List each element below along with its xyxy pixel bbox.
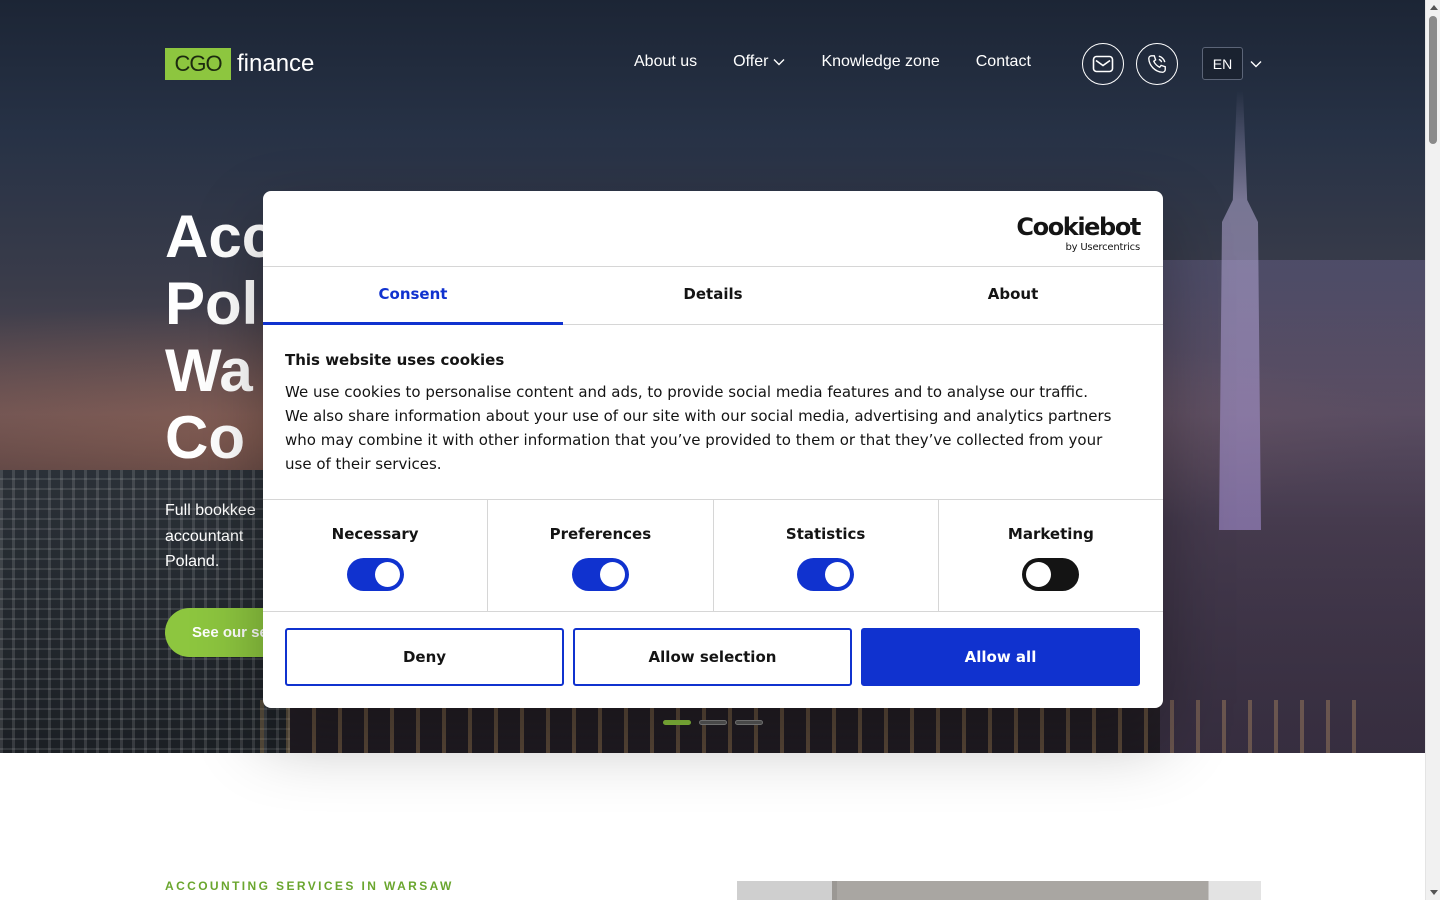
dialog-title: This website uses cookies xyxy=(285,351,505,369)
nav-about-us[interactable]: About us xyxy=(634,53,697,71)
slide-dot-1[interactable] xyxy=(663,720,691,725)
section-image xyxy=(737,881,1261,900)
toggle-marketing[interactable] xyxy=(1022,558,1080,591)
category-label: Preferences xyxy=(549,525,652,543)
category-necessary: Necessary xyxy=(263,500,489,611)
chevron-down-icon xyxy=(773,59,785,66)
cookiebot-logo[interactable]: Cookiebot by Usercentrics xyxy=(1016,213,1141,253)
nav-knowledge-zone[interactable]: Knowledge zone xyxy=(821,53,939,71)
slide-dot-2[interactable] xyxy=(699,720,727,725)
toggle-preferences[interactable] xyxy=(571,558,629,591)
main-nav: About us Offer Knowledge zone Contact xyxy=(634,53,1031,71)
phone-button[interactable] xyxy=(1136,43,1178,85)
category-label: Statistics xyxy=(785,525,866,543)
cookie-category-toggles: Necessary Preferences Statistics Marketi… xyxy=(263,499,1163,612)
scrollbar-thumb[interactable] xyxy=(1429,16,1437,144)
language-selector[interactable]: EN xyxy=(1202,47,1243,80)
category-statistics: Statistics xyxy=(714,500,939,611)
cookiebot-brand: Cookiebot xyxy=(1016,213,1141,241)
tab-about[interactable]: About xyxy=(863,267,1163,324)
page-scrollbar[interactable] xyxy=(1425,0,1440,900)
deny-button[interactable]: Deny xyxy=(285,628,564,686)
category-preferences: Preferences xyxy=(488,500,714,611)
cookie-consent-dialog: Cookiebot by Usercentrics Consent Detail… xyxy=(263,191,1163,708)
toggle-statistics[interactable] xyxy=(797,558,855,591)
scroll-down-arrow[interactable] xyxy=(1426,885,1440,900)
toggle-necessary[interactable] xyxy=(346,558,404,591)
nav-offer[interactable]: Offer xyxy=(733,53,785,71)
phone-icon xyxy=(1148,55,1166,73)
cookiebot-brand-sub: by Usercentrics xyxy=(1065,242,1140,253)
dialog-description: We use cookies to personalise content an… xyxy=(285,383,1112,473)
allow-all-button[interactable]: Allow all xyxy=(861,628,1140,686)
category-label: Necessary xyxy=(331,525,419,543)
slider-pagination xyxy=(663,720,763,725)
dialog-tabs: Consent Details About xyxy=(263,267,1163,325)
hero-city-buildings-right xyxy=(1160,260,1425,753)
allow-selection-button[interactable]: Allow selection xyxy=(573,628,852,686)
nav-offer-label: Offer xyxy=(733,53,769,70)
mail-icon xyxy=(1092,55,1114,73)
caret-down-icon xyxy=(1429,890,1438,895)
category-label: Marketing xyxy=(1007,525,1094,543)
site-logo[interactable]: CGO finance xyxy=(165,48,314,80)
slide-dot-3[interactable] xyxy=(735,720,763,725)
caret-up-icon xyxy=(1429,5,1438,10)
tab-details[interactable]: Details xyxy=(563,267,863,324)
dialog-actions: Deny Allow selection Allow all xyxy=(263,612,1163,686)
scroll-up-arrow[interactable] xyxy=(1426,0,1440,15)
section-eyebrow: ACCOUNTING SERVICES IN WARSAW xyxy=(165,879,454,893)
chevron-down-icon[interactable] xyxy=(1250,60,1262,68)
nav-contact[interactable]: Contact xyxy=(976,53,1031,71)
logo-wordmark: finance xyxy=(237,50,315,77)
dialog-body: This website uses cookies We use cookies… xyxy=(263,325,1163,499)
logo-mark: CGO xyxy=(165,48,231,80)
category-marketing: Marketing xyxy=(939,500,1163,611)
email-button[interactable] xyxy=(1082,43,1124,85)
dialog-header: Cookiebot by Usercentrics xyxy=(263,191,1163,267)
tab-consent[interactable]: Consent xyxy=(263,267,563,325)
